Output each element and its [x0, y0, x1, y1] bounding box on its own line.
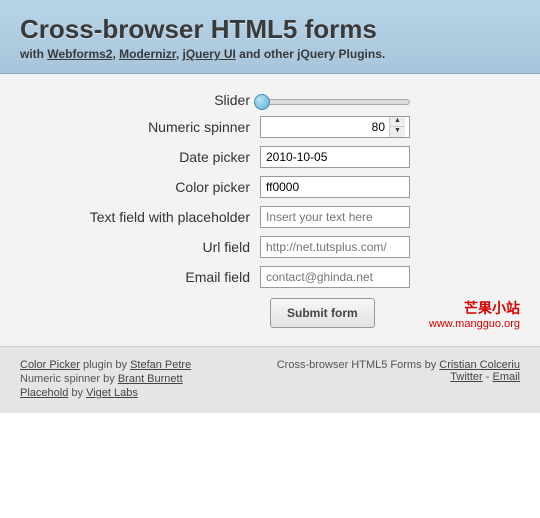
- link-placehold[interactable]: Placehold: [20, 387, 68, 399]
- link-email[interactable]: Email: [492, 371, 520, 383]
- url-input[interactable]: [260, 236, 410, 258]
- link-stefan-petre[interactable]: Stefan Petre: [130, 359, 191, 371]
- row-url: Url field: [10, 236, 510, 258]
- label-color: Color picker: [10, 179, 260, 195]
- row-slider: Slider: [10, 92, 510, 108]
- label-url: Url field: [10, 239, 260, 255]
- label-slider: Slider: [10, 92, 260, 108]
- color-input[interactable]: [260, 176, 410, 198]
- row-color: Color picker: [10, 176, 510, 198]
- label-email: Email field: [10, 269, 260, 285]
- link-color-picker[interactable]: Color Picker: [20, 359, 80, 371]
- link-jqueryui[interactable]: jQuery UI: [182, 47, 235, 61]
- page-footer: Color Picker plugin by Stefan Petre Nume…: [0, 346, 540, 413]
- watermark-text: 芒果小站: [429, 298, 520, 318]
- spinner-up-icon[interactable]: ▲: [390, 117, 405, 127]
- label-text: Text field with placeholder: [10, 209, 260, 225]
- page-header: Cross-browser HTML5 forms with Webforms2…: [0, 0, 540, 74]
- spinner-down-icon[interactable]: ▼: [390, 127, 405, 137]
- link-webforms2[interactable]: Webforms2: [47, 47, 112, 61]
- submit-button[interactable]: Submit form: [270, 298, 375, 328]
- page-title: Cross-browser HTML5 forms: [20, 14, 520, 45]
- email-input[interactable]: [260, 266, 410, 288]
- link-brant-burnett[interactable]: Brant Burnett: [118, 373, 183, 385]
- page-subtitle: with Webforms2, Modernizr, jQuery UI and…: [20, 47, 520, 61]
- date-input[interactable]: [260, 146, 410, 168]
- row-email: Email field: [10, 266, 510, 288]
- link-twitter[interactable]: Twitter: [450, 371, 482, 383]
- label-date: Date picker: [10, 149, 260, 165]
- row-spinner: Numeric spinner ▲ ▼: [10, 116, 510, 138]
- form-container: Slider Numeric spinner ▲ ▼ Date picker C…: [0, 74, 540, 346]
- label-spinner: Numeric spinner: [10, 119, 260, 135]
- link-cristian-colceriu[interactable]: Cristian Colceriu: [439, 359, 520, 371]
- watermark: 芒果小站 www.mangguo.org: [429, 298, 520, 330]
- numeric-spinner[interactable]: ▲ ▼: [260, 116, 410, 138]
- link-viget-labs[interactable]: Viget Labs: [86, 387, 138, 399]
- spinner-input[interactable]: [261, 117, 389, 137]
- link-modernizr[interactable]: Modernizr: [119, 47, 176, 61]
- footer-credits-left: Color Picker plugin by Stefan Petre Nume…: [20, 359, 191, 401]
- slider-thumb[interactable]: [254, 94, 270, 110]
- row-date: Date picker: [10, 146, 510, 168]
- slider-track[interactable]: [260, 99, 410, 105]
- row-text: Text field with placeholder: [10, 206, 510, 228]
- footer-credits-right: Cross-browser HTML5 Forms by Cristian Co…: [277, 359, 520, 383]
- watermark-url: www.mangguo.org: [429, 318, 520, 330]
- text-input[interactable]: [260, 206, 410, 228]
